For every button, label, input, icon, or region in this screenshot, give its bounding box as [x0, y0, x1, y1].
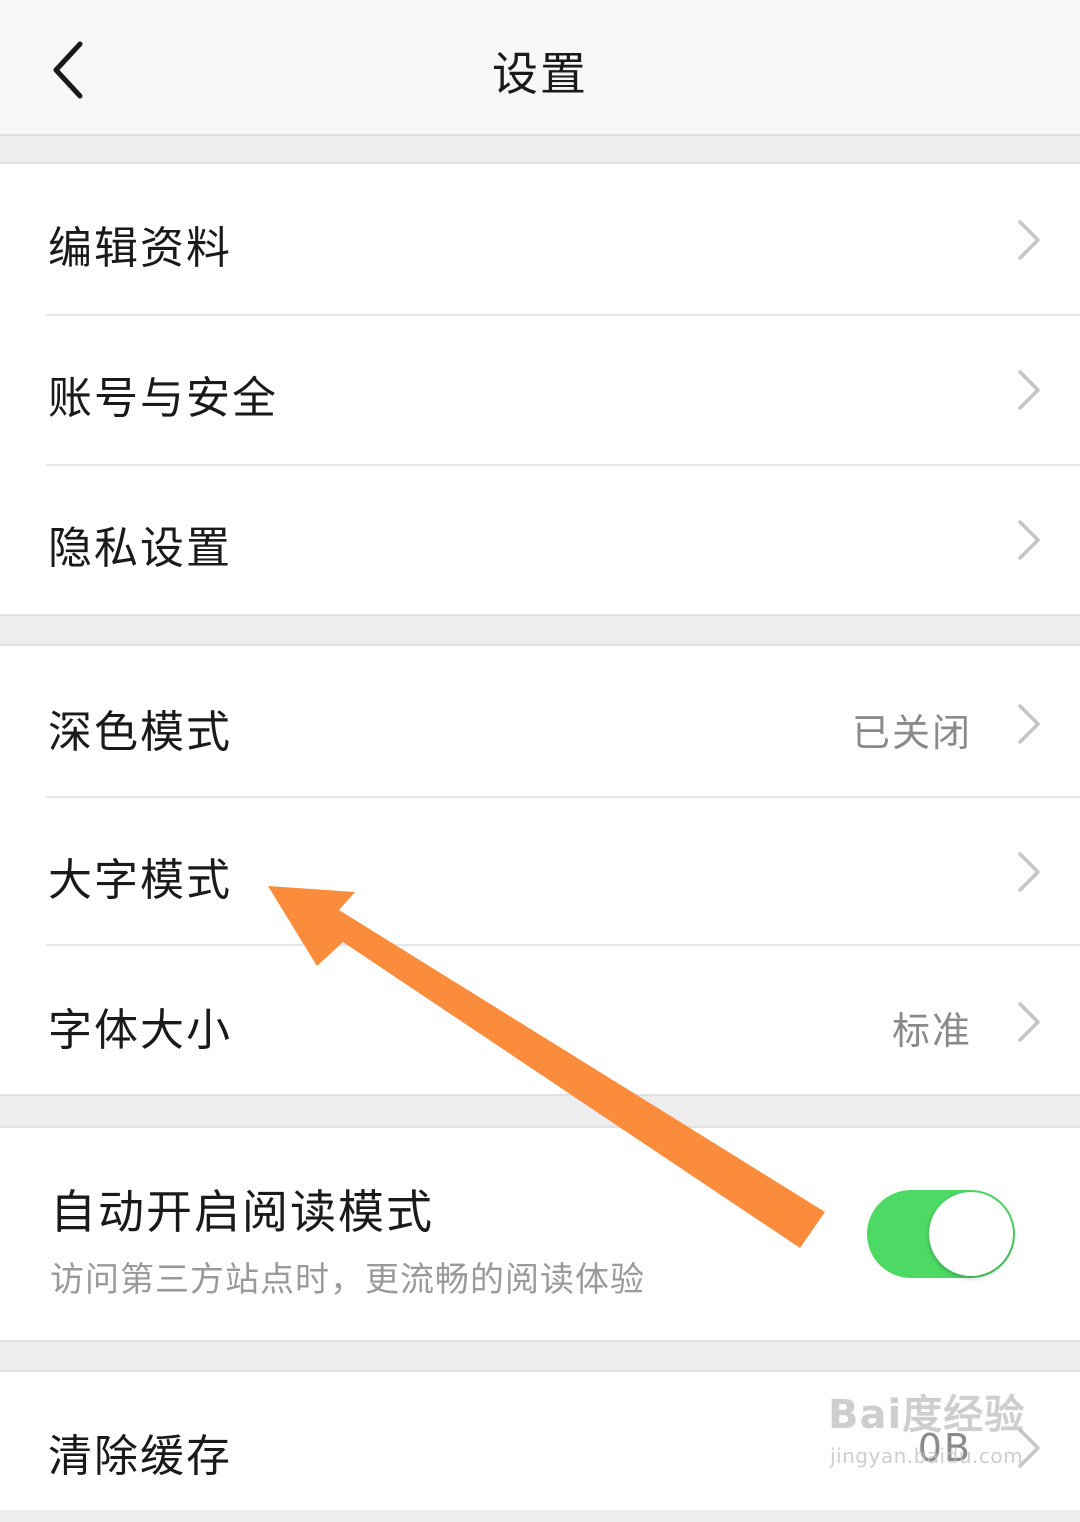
chevron-right-icon — [1018, 704, 1040, 744]
settings-group-storage: 清除缓存 0B — [0, 1370, 1080, 1510]
dark-mode-value: 已关闭 — [851, 711, 972, 755]
privacy-settings-row[interactable]: 隐私设置 — [0, 466, 1080, 616]
row-label: 编辑资料 — [48, 223, 232, 274]
row-label: 深色模式 — [48, 707, 232, 758]
row-label: 隐私设置 — [48, 523, 232, 574]
reader-mode-title: 自动开启阅读模式 — [50, 1185, 434, 1239]
settings-group-display: 深色模式 已关闭 大字模式 字体大小 标准 — [0, 644, 1080, 1096]
page-title: 设置 — [492, 47, 588, 101]
chevron-right-icon — [1018, 370, 1040, 410]
row-label: 账号与安全 — [48, 373, 278, 424]
reader-mode-subtitle: 访问第三方站点时，更流畅的阅读体验 — [50, 1260, 645, 1300]
chevron-right-icon — [1018, 1002, 1040, 1042]
large-text-mode-row[interactable]: 大字模式 — [0, 798, 1080, 946]
toggle-knob — [929, 1192, 1013, 1276]
row-label: 清除缓存 — [48, 1431, 232, 1482]
font-size-value: 标准 — [891, 1009, 972, 1053]
settings-group-account: 编辑资料 账号与安全 隐私设置 — [0, 162, 1080, 616]
reader-mode-toggle[interactable] — [867, 1190, 1015, 1278]
nav-bar: 设置 — [0, 0, 1080, 136]
chevron-right-icon — [1018, 220, 1040, 260]
cache-size-value: 0B — [917, 1426, 972, 1470]
edit-profile-row[interactable]: 编辑资料 — [0, 164, 1080, 314]
dark-mode-row[interactable]: 深色模式 已关闭 — [0, 646, 1080, 796]
row-label: 字体大小 — [48, 1005, 232, 1056]
chevron-right-icon — [1018, 520, 1040, 560]
font-size-row[interactable]: 字体大小 标准 — [0, 946, 1080, 1096]
chevron-right-icon — [1018, 852, 1040, 892]
row-label: 大字模式 — [48, 855, 232, 906]
chevron-right-icon — [1018, 1428, 1040, 1468]
account-security-row[interactable]: 账号与安全 — [0, 316, 1080, 466]
